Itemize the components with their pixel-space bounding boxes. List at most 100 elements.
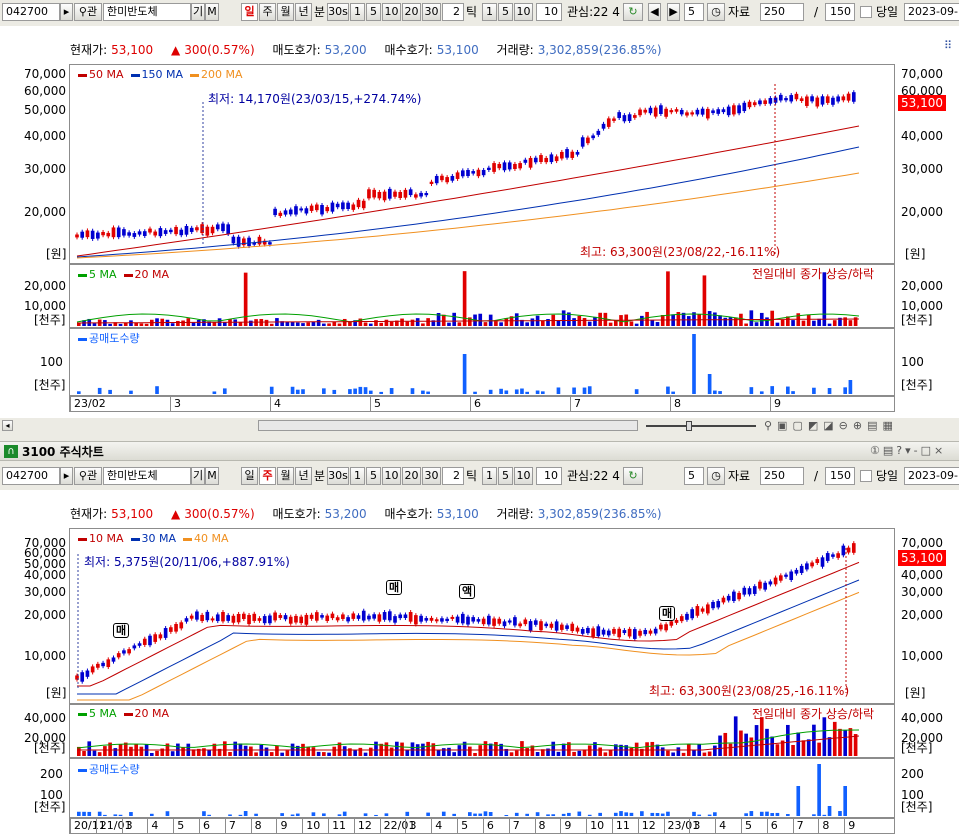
search-icon[interactable]: ⚲관 bbox=[74, 467, 102, 485]
tick1-button[interactable]: 1 bbox=[482, 3, 497, 21]
volume-bar bbox=[707, 311, 712, 326]
today-checkbox[interactable] bbox=[860, 6, 872, 18]
sec30-button-2[interactable]: 30s bbox=[327, 467, 349, 485]
candle-body bbox=[106, 232, 111, 237]
min1-button-2[interactable]: 1 bbox=[350, 467, 365, 485]
toolbar-icons-1[interactable]: ⚲▣▢◩◪⊖⊕▤▦ bbox=[764, 419, 898, 432]
clock-icon[interactable]: ◷ bbox=[707, 467, 725, 485]
period-week-button[interactable]: 주 bbox=[259, 3, 276, 21]
min10-button-2[interactable]: 10 bbox=[382, 467, 401, 485]
count-input-2[interactable]: 5 bbox=[684, 467, 704, 485]
count-input[interactable]: 5 bbox=[684, 3, 704, 21]
period-month-button-2[interactable]: 월 bbox=[277, 467, 294, 485]
window-controls[interactable]: ①▤?▾-□× bbox=[870, 444, 946, 457]
zoom-slider[interactable] bbox=[646, 425, 756, 427]
signal-buy-tag-2[interactable]: 매 bbox=[659, 606, 676, 621]
volume-bar bbox=[765, 728, 769, 756]
signal-buy-tag-1[interactable]: 매 bbox=[113, 623, 130, 638]
signal-amt-tag[interactable]: 액 bbox=[459, 584, 476, 599]
volume-bar bbox=[97, 752, 102, 756]
stock-code-input-2[interactable]: 042700 bbox=[2, 467, 60, 485]
candle-body bbox=[158, 634, 163, 639]
period-year-button[interactable]: 년 bbox=[295, 3, 312, 21]
min20-button-2[interactable]: 20 bbox=[402, 467, 421, 485]
volume-bar bbox=[556, 751, 561, 756]
volume-bar bbox=[249, 320, 253, 326]
tick5-button-2[interactable]: 5 bbox=[498, 467, 513, 485]
candle-body bbox=[763, 100, 767, 104]
date-input[interactable]: 2023-09- bbox=[904, 3, 959, 21]
window-titlebar-2[interactable]: ∩ 3100 주식차트 ①▤?▾-□× bbox=[0, 441, 959, 461]
refresh-icon[interactable]: ↻ bbox=[623, 3, 643, 21]
sec30-button[interactable]: 30s bbox=[327, 3, 349, 21]
tick1-button-2[interactable]: 1 bbox=[482, 467, 497, 485]
gi-button-2[interactable]: 기 bbox=[191, 467, 205, 485]
zoom-slider-thumb[interactable] bbox=[686, 421, 692, 431]
candle-body bbox=[758, 581, 762, 589]
legend-ma200: 200 MA bbox=[201, 68, 243, 81]
settings-grid-icon[interactable]: ⠿ bbox=[942, 38, 954, 56]
min10-button[interactable]: 10 bbox=[382, 3, 401, 21]
volume-bar bbox=[765, 317, 769, 326]
period-day-button-2[interactable]: 일 bbox=[241, 467, 258, 485]
today-checkbox-2[interactable] bbox=[860, 470, 872, 482]
volume-bar bbox=[666, 750, 670, 756]
code-dropdown-button-2[interactable]: ▸ bbox=[60, 467, 73, 485]
data-count-select[interactable]: 250 bbox=[760, 3, 804, 21]
min30-button[interactable]: 30 bbox=[422, 3, 441, 21]
min5-button[interactable]: 5 bbox=[366, 3, 381, 21]
candle-body bbox=[575, 627, 580, 632]
vol-tick-right: 20,000 bbox=[901, 279, 943, 293]
date-input-2[interactable]: 2023-09- bbox=[904, 467, 959, 485]
signal-sell-tag[interactable]: 매 bbox=[386, 580, 403, 595]
tick-count-input[interactable]: 10 bbox=[536, 3, 562, 21]
candle-body bbox=[460, 613, 465, 624]
candle-body bbox=[414, 194, 418, 198]
volume-bar bbox=[483, 322, 488, 326]
next-arrow-icon[interactable]: ▶ bbox=[667, 3, 680, 21]
min30-button-2[interactable]: 30 bbox=[422, 467, 441, 485]
volume-bar bbox=[332, 389, 337, 394]
date-label: 7 bbox=[508, 819, 520, 833]
volume-bar bbox=[801, 740, 806, 756]
period-day-button[interactable]: 일 bbox=[241, 3, 258, 21]
period-week-button-2[interactable]: 주 bbox=[259, 467, 276, 485]
quote-bar: 현재가: 53,100 ▲ 300(0.57%) 매도호가: 53,200 매수호가:… bbox=[70, 40, 676, 60]
date-label: 3 bbox=[405, 819, 416, 833]
tick-input-2[interactable]: 2 bbox=[442, 467, 464, 485]
ma-legend-1: 50 MA 150 MA 200 MA bbox=[78, 69, 243, 81]
m-button[interactable]: M bbox=[205, 3, 219, 21]
tick-count-input-2[interactable]: 10 bbox=[536, 467, 562, 485]
total-count-input-2[interactable]: 150 bbox=[825, 467, 855, 485]
horizontal-scrollbar[interactable] bbox=[258, 420, 638, 431]
min20-button[interactable]: 20 bbox=[402, 3, 421, 21]
tick10-button-2[interactable]: 10 bbox=[514, 467, 533, 485]
bid-value: 53,100 bbox=[436, 43, 479, 57]
period-month-button[interactable]: 월 bbox=[277, 3, 294, 21]
tick-input[interactable]: 2 bbox=[442, 3, 464, 21]
search-icon[interactable]: ⚲관 bbox=[74, 3, 102, 21]
scroll-left-icon[interactable]: ◂ bbox=[2, 420, 13, 431]
clock-icon[interactable]: ◷ bbox=[707, 3, 725, 21]
total-count-input[interactable]: 150 bbox=[825, 3, 855, 21]
refresh-icon[interactable]: ↻ bbox=[623, 467, 643, 485]
m-button-2[interactable]: M bbox=[205, 467, 219, 485]
candle-body bbox=[221, 612, 225, 622]
tick10-button[interactable]: 10 bbox=[514, 3, 533, 21]
candle-body bbox=[341, 202, 345, 210]
min5-button-2[interactable]: 5 bbox=[366, 467, 381, 485]
vol-unit-right: [천주] bbox=[901, 741, 933, 755]
candle-body bbox=[742, 102, 747, 112]
period-year-button-2[interactable]: 년 bbox=[295, 467, 312, 485]
tick5-button[interactable]: 5 bbox=[498, 3, 513, 21]
volume-bar bbox=[619, 811, 623, 816]
code-dropdown-button[interactable]: ▸ bbox=[60, 3, 73, 21]
data-count-select-2[interactable]: 250 bbox=[760, 467, 804, 485]
prev-arrow-icon[interactable]: ◀ bbox=[648, 3, 661, 21]
gi-button[interactable]: 기 bbox=[191, 3, 205, 21]
min1-button[interactable]: 1 bbox=[350, 3, 365, 21]
volume-bar bbox=[686, 316, 691, 326]
legend-ma150: 150 MA bbox=[141, 68, 184, 81]
volume-bar bbox=[514, 313, 519, 326]
stock-code-input[interactable]: 042700 bbox=[2, 3, 60, 21]
